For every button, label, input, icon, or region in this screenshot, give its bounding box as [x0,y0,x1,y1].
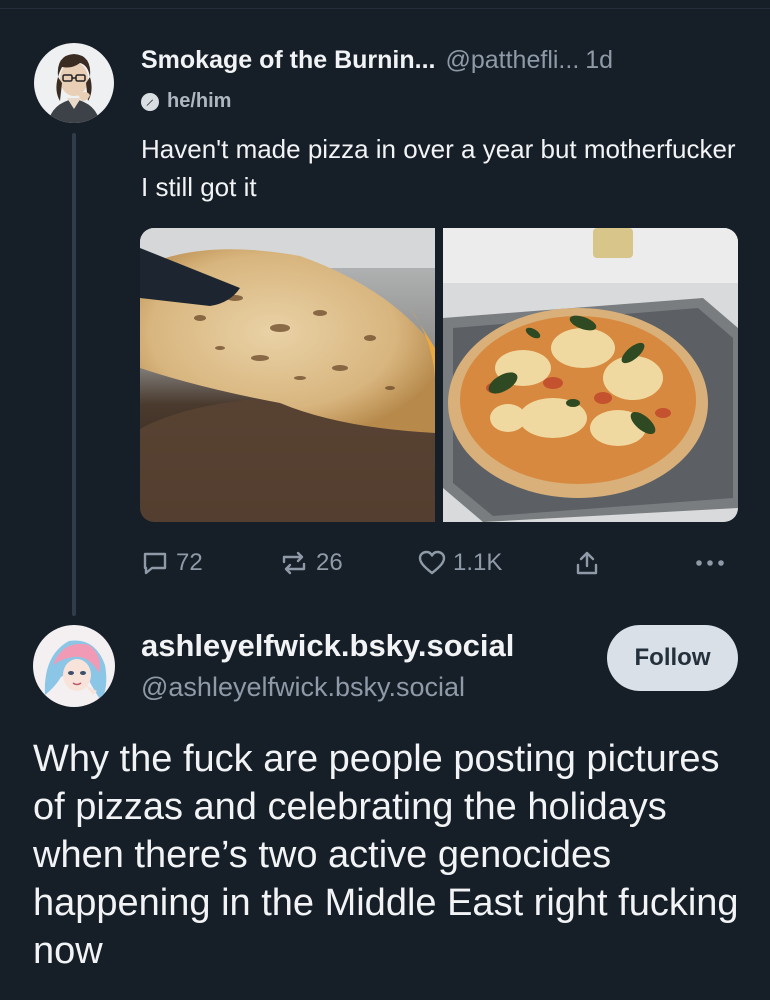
thread-connector-line [72,133,76,616]
post-header: Smokage of the Burnin... @patthefli... 1… [141,40,613,80]
repost-icon [282,551,306,575]
author-display-name[interactable]: Smokage of the Burnin... [141,46,435,75]
follow-button[interactable]: Follow [607,625,738,691]
more-options-button[interactable] [693,543,733,583]
share-icon [576,551,598,575]
author-handle[interactable]: @ashleyelfwick.bsky.social [141,672,465,703]
pronouns-tag: he/him [141,90,231,113]
top-divider [0,8,770,9]
post-text: Haven't made pizza in over a year but mo… [141,134,736,202]
share-button[interactable] [572,543,608,583]
repost-button[interactable]: 26 [278,543,343,583]
like-count: 1.1K [453,549,503,576]
reply-icon [143,552,167,575]
post-text: Why the fuck are people posting pictures… [33,738,739,972]
pencil-icon [141,92,159,111]
reply-count: 72 [176,549,203,576]
reply-button[interactable]: 72 [140,543,203,583]
margherita-pizza-photo[interactable] [443,228,738,522]
ellipsis-icon [696,560,724,566]
like-button[interactable]: 1.1K [417,543,502,583]
author-display-name[interactable]: ashleyelfwick.bsky.social [141,628,514,664]
repost-count: 26 [316,549,343,576]
avatar[interactable] [33,625,115,707]
author-handle[interactable]: @patthefli... [445,46,579,75]
pizza-crust-underside-photo[interactable] [140,228,435,522]
avatar[interactable] [34,43,114,123]
heart-icon [418,550,446,575]
post-timestamp[interactable]: 1d [585,46,613,75]
pronouns-text: he/him [167,90,232,112]
